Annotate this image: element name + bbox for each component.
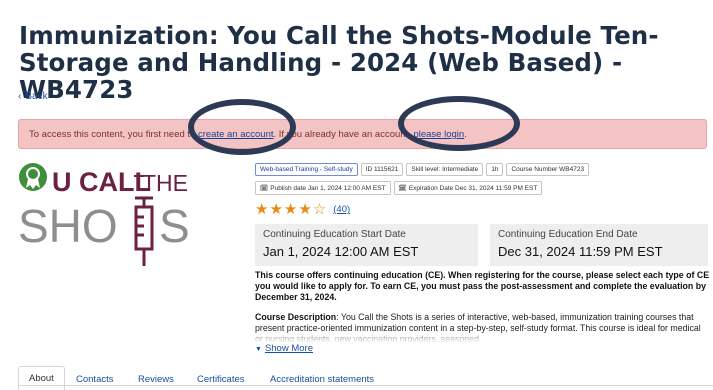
show-more-link[interactable]: ▼ Show More [255, 343, 313, 354]
course-tags: Web-based Training - Self-study ID 111562… [255, 163, 713, 200]
tag-duration: 1h [486, 163, 504, 176]
ce-end-date-box: Continuing Education End Date Dec 31, 20… [490, 224, 708, 266]
description-label: Course Description [255, 312, 337, 322]
course-tabs: About Contacts Reviews Certificates Accr… [18, 366, 713, 390]
ce-start-label: Continuing Education Start Date [263, 229, 406, 240]
tag-training-type: Web-based Training - Self-study [255, 163, 358, 176]
login-required-alert: To access this content, you first need t… [18, 119, 707, 149]
annotation-circle-login [398, 96, 520, 151]
rating-count-link[interactable]: (40) [333, 204, 350, 215]
chevron-left-icon: ‹ [18, 91, 22, 102]
svg-text:U CALL: U CALL [52, 167, 151, 197]
tab-reviews[interactable]: Reviews [138, 374, 174, 385]
back-label: Back [25, 91, 48, 102]
tab-accreditation[interactable]: Accreditation statements [270, 374, 374, 385]
tag-id: ID 1115621 [360, 163, 404, 176]
alert-text-before: To access this content, you first need t… [29, 129, 198, 140]
tag-expiration-date: 🗓 Expiration Date Dec 31, 2024 11:59 PM E… [393, 181, 543, 195]
you-call-the-shots-logo: U CALL THE SHO S [18, 163, 190, 266]
tab-certificates[interactable]: Certificates [197, 374, 245, 385]
star-rating-icon: ★★★★☆ [255, 201, 328, 218]
ce-note: This course offers continuing education … [255, 270, 710, 302]
description-fade [255, 333, 710, 343]
svg-text:SHO: SHO [18, 200, 118, 252]
tag-skill-level: Skill level: Intermediate [406, 163, 484, 176]
tag-publish-date: 🗓 Publish date Jan 1, 2024 12:00 AM EST [255, 181, 391, 195]
caret-down-icon: ▼ [255, 346, 262, 353]
tag-course-number: Course Number WB4723 [506, 163, 590, 176]
ce-end-value: Dec 31, 2024 11:59 PM EST [498, 244, 663, 259]
tab-contacts[interactable]: Contacts [76, 374, 114, 385]
tab-about[interactable]: About [18, 366, 65, 390]
ce-end-label: Continuing Education End Date [498, 229, 638, 240]
svg-text:S: S [159, 200, 190, 252]
rating: ★★★★☆ (40) [255, 202, 350, 217]
ce-start-date-box: Continuing Education Start Date Jan 1, 2… [255, 224, 478, 266]
ce-start-value: Jan 1, 2024 12:00 AM EST [263, 244, 419, 259]
calendar-icon: 🗓 [260, 185, 269, 192]
annotation-circle-create-account [188, 99, 296, 155]
calendar-icon: 🗓 [398, 185, 407, 192]
svg-text:THE: THE [142, 170, 188, 196]
page-title: Immunization: You Call the Shots-Module … [19, 21, 659, 104]
back-link[interactable]: ‹ Back [18, 91, 48, 102]
